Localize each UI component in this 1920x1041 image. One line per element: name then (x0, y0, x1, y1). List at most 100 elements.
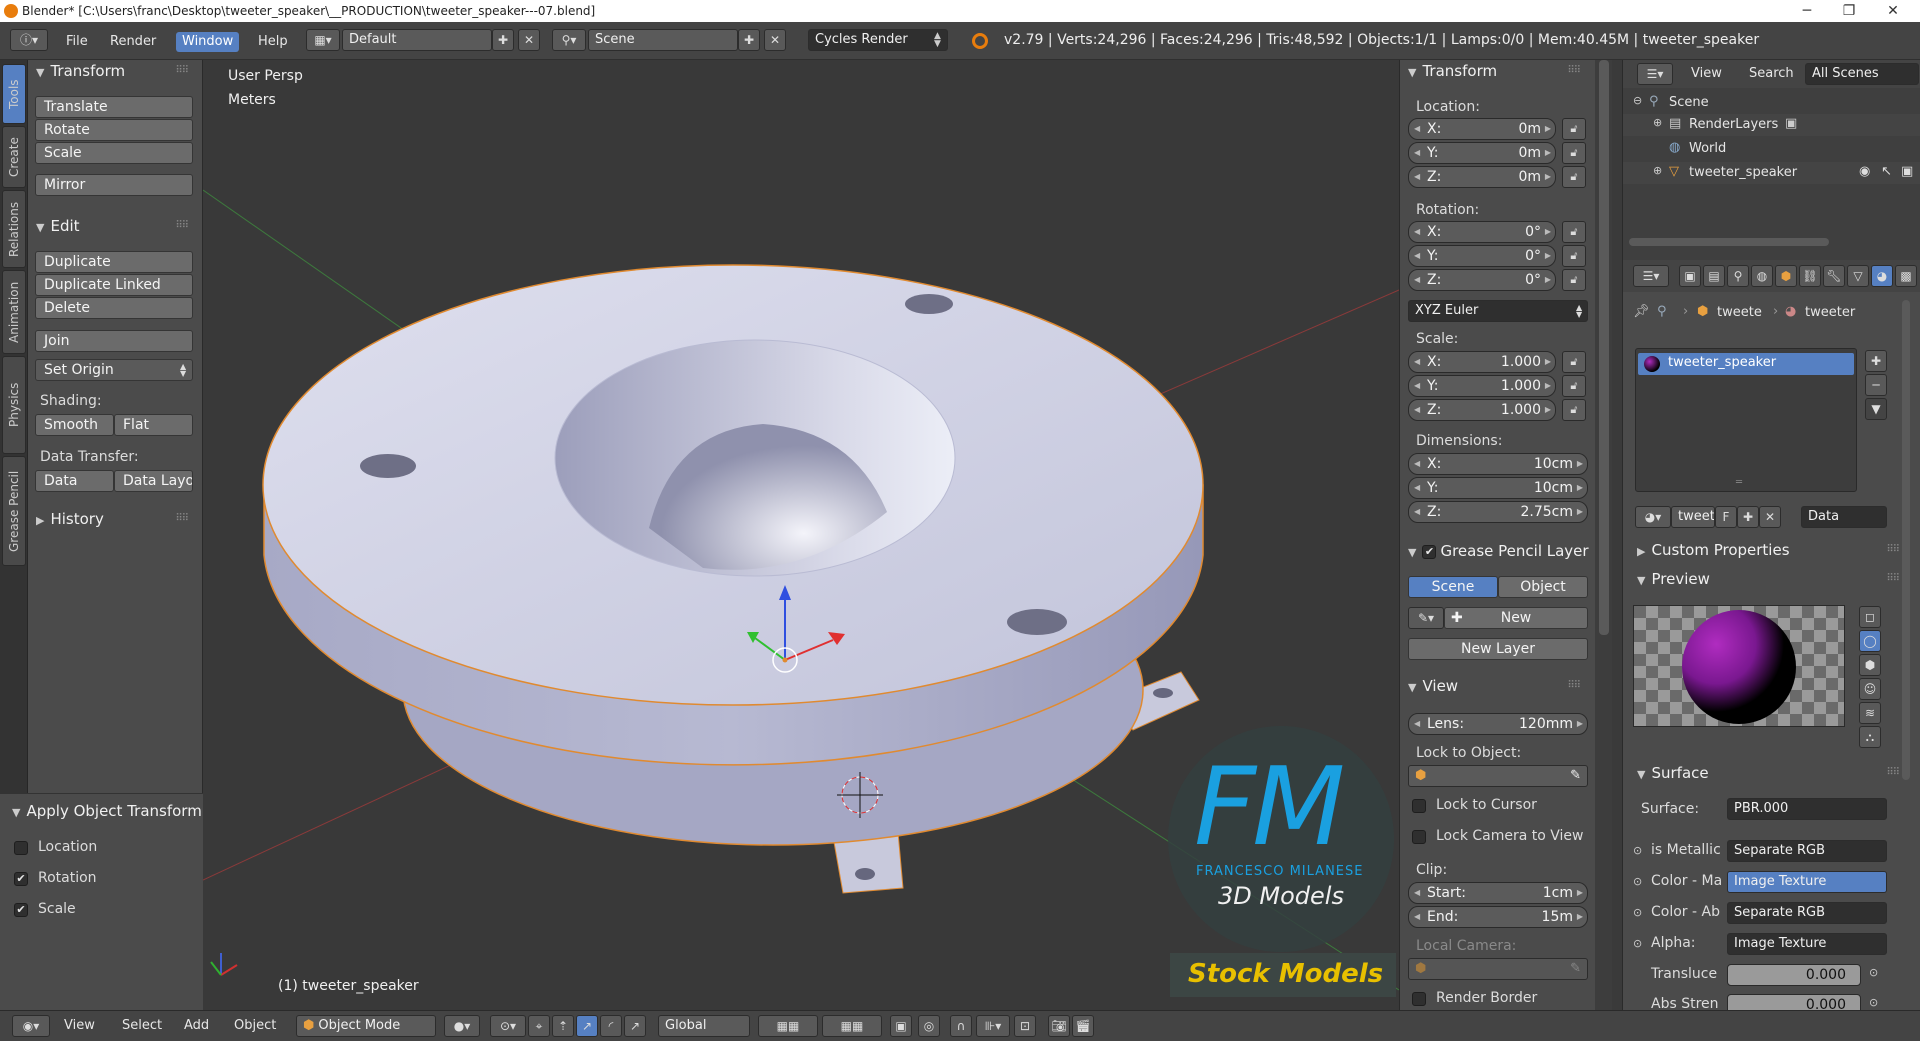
outliner-scrollbar[interactable] (1629, 238, 1829, 246)
opengl-render-icon[interactable]: 📷︎ (1048, 1015, 1070, 1037)
duplicate-linked-button[interactable]: Duplicate Linked (35, 274, 193, 296)
snap-element-icon[interactable]: ⊪▾ (976, 1015, 1010, 1037)
flat-button[interactable]: Flat (114, 414, 193, 436)
local-camera-field[interactable]: ⬢ ✎ (1408, 958, 1588, 980)
lock-icon[interactable]: 🔓︎ (1562, 221, 1586, 243)
location-x-field[interactable]: ◀ X: 0m ▶ (1408, 118, 1556, 140)
close-button[interactable]: ✕ (1872, 0, 1914, 22)
drag-grip-icon[interactable]: ⠿⠿ (1886, 568, 1900, 590)
drag-grip-icon[interactable]: ⠿⠿ (175, 215, 189, 237)
remove-scene-icon[interactable]: ✕ (764, 29, 786, 51)
dimension-x-field[interactable]: ◀ X: 10cm ▶ (1408, 453, 1588, 475)
menu-file[interactable]: File (60, 32, 94, 52)
screen-layout-field[interactable]: Default (342, 29, 492, 51)
pencil-icon[interactable]: ✎▾ (1408, 607, 1444, 629)
outliner-editor-icon[interactable]: ☰▾ (1637, 63, 1673, 85)
texture-tab-icon[interactable]: ▩ (1895, 265, 1917, 287)
material-slot-item[interactable]: tweeter_speaker (1638, 353, 1854, 375)
selectability-arrow-icon[interactable]: ↖ (1881, 164, 1892, 179)
scene-tab-icon[interactable]: ⚲ (1727, 265, 1749, 287)
color-ma-input[interactable]: Image Texture (1727, 871, 1887, 893)
resize-handle-icon[interactable]: ═ (1736, 477, 1742, 488)
drag-grip-icon[interactable]: ⠿⠿ (1886, 539, 1900, 561)
outliner-search-menu[interactable]: Search (1743, 64, 1800, 84)
menu-window[interactable]: Window (176, 32, 240, 52)
socket-link-icon[interactable]: ⊙ (1633, 906, 1642, 919)
eyedropper-icon[interactable]: ✎ (1570, 766, 1581, 786)
add-scene-icon[interactable]: ✚ (738, 29, 760, 51)
scale-button[interactable]: Scale (35, 142, 193, 164)
preview-world-icon[interactable]: ⛬ (1859, 726, 1881, 748)
render-layer-toggle-icon[interactable]: ▣ (1785, 116, 1797, 131)
minimize-button[interactable]: ─ (1786, 0, 1828, 22)
object-tab-icon[interactable]: ⬢ (1775, 265, 1797, 287)
add-slot-icon[interactable]: ✚ (1865, 350, 1887, 372)
maximize-button[interactable]: ❐ (1828, 0, 1870, 22)
grease-pencil-layer-checkbox[interactable]: ✔ (1422, 544, 1437, 559)
lock-icon[interactable]: 🔓︎ (1562, 142, 1586, 164)
editor-type-info-icon[interactable]: ⓘ▾ (10, 29, 48, 51)
drag-grip-icon[interactable]: ⠿⠿ (175, 60, 189, 82)
unlink-material-icon[interactable]: ✕ (1759, 506, 1781, 528)
outliner-row-renderlayers[interactable]: ⊕ ▤ RenderLayers ▣ (1623, 114, 1920, 136)
mirror-button[interactable]: Mirror (35, 174, 193, 196)
snap-target-icon[interactable]: ⊡ (1014, 1015, 1036, 1037)
lock-icon[interactable]: 🔓︎ (1562, 166, 1586, 188)
rotate-manipulator-icon[interactable]: ↗ (576, 1015, 598, 1037)
scale-checkbox[interactable]: ✔ (14, 903, 28, 917)
surface-header[interactable]: ▼ Surface ⠿⠿ (1637, 762, 1907, 784)
opengl-animation-icon[interactable]: 🎬︎ (1072, 1015, 1094, 1037)
join-button[interactable]: Join (35, 330, 193, 352)
layout-grid-icon[interactable]: ▦▾ (306, 29, 340, 51)
material-link-select[interactable]: Data (1801, 506, 1887, 528)
menu-render[interactable]: Render (104, 32, 162, 52)
duplicate-button[interactable]: Duplicate (35, 251, 193, 273)
pin-icon[interactable]: 📌︎ (1633, 304, 1650, 319)
editor-type-3dview-icon[interactable]: ◉▾ (12, 1015, 50, 1037)
preview-header[interactable]: ▼ Preview ⠿⠿ (1637, 568, 1907, 590)
menu-help[interactable]: Help (252, 32, 294, 52)
edit-panel-header[interactable]: ▼ Edit ⠿⠿ (36, 215, 196, 237)
lock-layers-icon[interactable]: ▣ (890, 1015, 912, 1037)
tab-physics[interactable]: Physics (2, 356, 26, 454)
drag-grip-icon[interactable]: ⠿⠿ (1886, 762, 1900, 784)
render-camera-icon[interactable]: ▣ (1901, 164, 1913, 179)
rotation-checkbox[interactable]: ✔ (14, 872, 28, 886)
set-origin-select[interactable]: Set Origin (35, 359, 193, 381)
add-layout-icon[interactable]: ✚ (492, 29, 514, 51)
scale-x-field[interactable]: ◀ X: 1.000 ▶ (1408, 351, 1556, 373)
data-layout-button[interactable]: Data Layo (114, 470, 193, 492)
gp-new-layer-button[interactable]: New Layer (1408, 638, 1588, 660)
clip-end-field[interactable]: ◀ End: 15m ▶ (1408, 906, 1588, 928)
tab-animation[interactable]: Animation (2, 270, 26, 354)
drag-grip-icon[interactable]: ⠿⠿ (1567, 675, 1581, 697)
tab-tools[interactable]: Tools (2, 64, 26, 124)
modifiers-tab-icon[interactable]: 🔧︎ (1823, 265, 1845, 287)
outliner-row-scene[interactable]: ⊖ ⚲ Scene (1623, 92, 1920, 114)
surface-shader-select[interactable]: PBR.000 (1727, 798, 1887, 820)
lock-icon[interactable]: 🔓︎ (1562, 269, 1586, 291)
lock-to-cursor-checkbox[interactable] (1412, 799, 1426, 813)
pivot-point-icon[interactable]: ⊙▾ (490, 1015, 526, 1037)
rotation-mode-select[interactable]: XYZ Euler (1408, 300, 1588, 322)
delete-button[interactable]: Delete (35, 297, 193, 319)
combined-manipulator-icon[interactable]: ↗ (624, 1015, 646, 1037)
preview-hair-icon[interactable]: ≋ (1859, 702, 1881, 724)
location-checkbox[interactable] (14, 841, 28, 855)
transform-panel-header[interactable]: ▼ Transform ⠿⠿ (36, 60, 196, 82)
3d-viewport[interactable]: User Persp Meters (1) tweeter_speaker FM… (203, 60, 1399, 1010)
new-material-icon[interactable]: ✚ (1737, 506, 1759, 528)
menu-select[interactable]: Select (116, 1016, 168, 1036)
socket-link-icon[interactable]: ⊙ (1633, 875, 1642, 888)
operator-panel-header[interactable]: ▼ Apply Object Transform (12, 800, 202, 822)
data-tab-icon[interactable]: ▽ (1847, 265, 1869, 287)
transform-orientation-select[interactable]: Global (658, 1015, 750, 1037)
socket-link-icon[interactable]: ⊙ (1633, 937, 1642, 950)
scene-field[interactable]: Scene (588, 29, 738, 51)
view-panel-header[interactable]: ▼ View ⠿⠿ (1408, 675, 1588, 697)
translate-button[interactable]: Translate (35, 96, 193, 118)
visibility-eye-icon[interactable]: ◉ (1859, 164, 1870, 179)
material-tab-icon[interactable]: ◕ (1871, 265, 1893, 287)
scale-y-field[interactable]: ◀ Y: 1.000 ▶ (1408, 375, 1556, 397)
outliner-filter-select[interactable]: All Scenes (1805, 63, 1919, 85)
